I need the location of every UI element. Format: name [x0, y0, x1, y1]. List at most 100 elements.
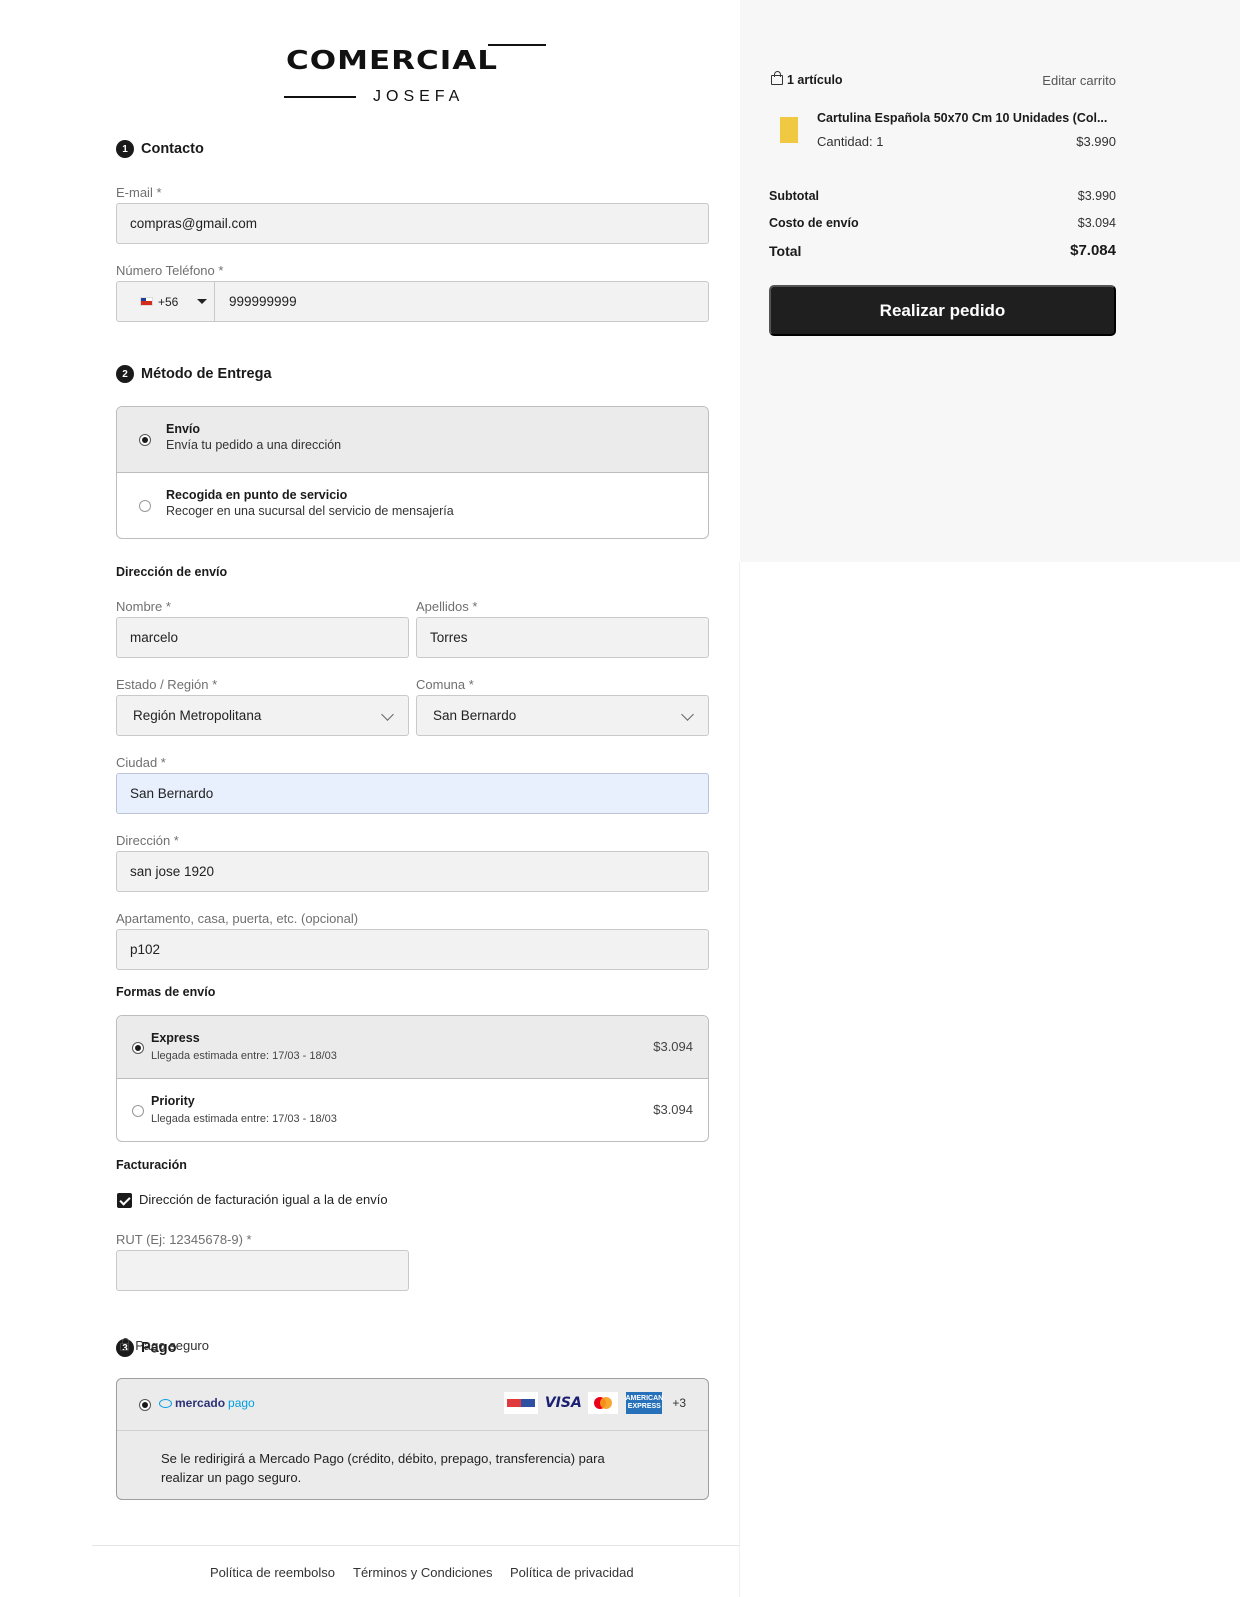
apartment-value: p102	[130, 942, 161, 957]
radio-selected[interactable]	[132, 1042, 144, 1054]
first-name-label: Nombre *	[116, 599, 171, 614]
option-subtitle: Recoger en una sucursal del servicio de …	[166, 504, 454, 518]
shipping-address-heading: Dirección de envío	[116, 565, 228, 579]
edit-cart-link[interactable]: Editar carrito	[1042, 73, 1116, 88]
logo-sub-text: JOSEFA	[373, 88, 465, 105]
store-logo[interactable]: COMERCIAL JOSEFA	[284, 44, 546, 110]
chevron-down-icon	[681, 708, 694, 721]
comuna-label: Comuna *	[416, 677, 474, 692]
shipping-cost-value: $3.094	[1077, 216, 1116, 230]
same-address-label[interactable]: Dirección de facturación igual a la de e…	[139, 1192, 388, 1207]
shipping-cost-label: Costo de envío	[769, 216, 859, 230]
radio-unselected[interactable]	[139, 500, 151, 512]
footer-link-terms[interactable]: Términos y Condiciones	[353, 1565, 492, 1580]
first-name-field[interactable]: marcelo	[116, 617, 409, 658]
same-address-checkbox[interactable]	[117, 1193, 132, 1208]
delivery-option-pickup[interactable]: Recogida en punto de servicio Recoger en…	[117, 473, 708, 538]
visa-card-icon: VISA	[544, 1395, 582, 1411]
street-field[interactable]: san jose 1920	[116, 851, 709, 892]
payment-method-header[interactable]: mercado pago VISA AMERICAN EXPRESS +3	[117, 1379, 708, 1431]
payment-description: Se le redirigirá a Mercado Pago (crédito…	[161, 1451, 605, 1485]
option-subtitle: Llegada estimada entre: 17/03 - 18/03	[151, 1050, 337, 1062]
apartment-field[interactable]: p102	[116, 929, 709, 970]
mercadopago-logo: mercado pago	[159, 1396, 255, 1410]
radio-unselected[interactable]	[132, 1105, 144, 1117]
phone-value: 999999999	[229, 294, 297, 309]
product-quantity: Cantidad: 1	[817, 134, 884, 149]
option-title: Envío	[166, 422, 201, 436]
phone-field[interactable]: +56 999999999	[116, 281, 709, 322]
step-number: 2	[116, 365, 134, 383]
contact-section-header: 1 Contacto	[116, 140, 204, 158]
radio-selected[interactable]	[139, 434, 151, 446]
comuna-value: San Bernardo	[433, 708, 517, 723]
product-price: $3.990	[1076, 134, 1116, 149]
chile-flag-icon	[140, 297, 153, 306]
option-title: Recogida en punto de servicio	[166, 488, 348, 502]
delivery-option-shipping[interactable]: Envío Envía tu pedido a una dirección	[117, 407, 708, 473]
option-subtitle: Envía tu pedido a una dirección	[166, 438, 342, 452]
street-value: san jose 1920	[130, 864, 215, 879]
logo-main-text: COMERCIAL	[286, 46, 499, 76]
more-cards-count: +3	[672, 1396, 686, 1410]
city-value: San Bernardo	[130, 786, 214, 801]
subtotal-value: $3.990	[1077, 189, 1116, 203]
amex-card-icon: AMERICAN EXPRESS	[625, 1392, 663, 1414]
shipping-methods: Express Llegada estimada entre: 17/03 - …	[116, 1015, 709, 1142]
city-field[interactable]: San Bernardo	[116, 773, 709, 814]
country-code: +56	[158, 294, 179, 309]
region-value: Región Metropolitana	[133, 708, 262, 723]
region-select[interactable]: Región Metropolitana	[116, 695, 409, 736]
option-title: Express	[151, 1031, 200, 1045]
delivery-section-header: 2 Método de Entrega	[116, 365, 272, 383]
radio-selected[interactable]	[139, 1399, 151, 1411]
mastercard-card-icon	[588, 1392, 619, 1414]
option-title: Priority	[151, 1094, 195, 1108]
rut-label: RUT (Ej: 12345678-9) *	[116, 1232, 252, 1247]
contact-title: Contacto	[141, 141, 204, 157]
comuna-select[interactable]: San Bernardo	[416, 695, 709, 736]
apartment-label: Apartamento, casa, puerta, etc. (opciona…	[116, 911, 359, 926]
secure-payment-note: Pago seguro	[120, 1338, 209, 1353]
subtotal-label: Subtotal	[769, 189, 819, 203]
shopping-bag-icon	[771, 71, 783, 85]
footer-link-privacy[interactable]: Política de privacidad	[510, 1565, 634, 1580]
first-name-value: marcelo	[130, 630, 179, 645]
total-value: $7.084	[1070, 242, 1116, 259]
street-label: Dirección *	[116, 833, 179, 848]
shipping-option-express[interactable]: Express Llegada estimada entre: 17/03 - …	[117, 1016, 708, 1079]
step-number: 1	[116, 140, 134, 158]
last-name-value: Torres	[430, 630, 468, 645]
email-value: compras@gmail.com	[130, 216, 257, 231]
last-name-field[interactable]: Torres	[416, 617, 709, 658]
checkout-form-panel: COMERCIAL JOSEFA 1 Contacto E-mail * com…	[0, 0, 740, 1597]
place-order-button[interactable]: Realizar pedido	[769, 285, 1116, 336]
rut-field[interactable]	[116, 1250, 409, 1291]
option-subtitle: Llegada estimada entre: 17/03 - 18/03	[151, 1113, 337, 1125]
accepted-cards: VISA AMERICAN EXPRESS +3	[504, 1392, 686, 1414]
payment-method-mercadopago[interactable]: mercado pago VISA AMERICAN EXPRESS +3 Se …	[116, 1378, 709, 1500]
delivery-title: Método de Entrega	[141, 366, 272, 382]
last-name-label: Apellidos *	[416, 599, 478, 614]
lock-icon	[120, 1338, 130, 1351]
redcompra-card-icon	[504, 1392, 539, 1414]
option-price: $3.094	[653, 1039, 693, 1054]
secure-payment-label: Pago seguro	[135, 1338, 209, 1353]
email-label: E-mail *	[116, 185, 162, 200]
cart-count: 1 artículo	[771, 71, 843, 87]
option-price: $3.094	[653, 1102, 693, 1117]
shipping-option-priority[interactable]: Priority Llegada estimada entre: 17/03 -…	[117, 1079, 708, 1141]
phone-label: Número Teléfono *	[116, 263, 224, 278]
chevron-down-icon	[381, 708, 394, 721]
product-name: Cartulina Española 50x70 Cm 10 Unidades …	[817, 111, 1108, 125]
product-thumbnail	[780, 117, 798, 143]
footer-link-refund-policy[interactable]: Política de reembolso	[210, 1565, 335, 1580]
delivery-options: Envío Envía tu pedido a una dirección Re…	[116, 406, 709, 539]
country-code-selector[interactable]: +56	[117, 282, 215, 321]
city-label: Ciudad *	[116, 755, 166, 770]
billing-heading: Facturación	[116, 1158, 187, 1172]
email-field[interactable]: compras@gmail.com	[116, 203, 709, 244]
mercadopago-handshake-icon	[159, 1398, 172, 1408]
shipping-methods-heading: Formas de envío	[116, 985, 216, 999]
caret-down-icon	[197, 299, 208, 304]
